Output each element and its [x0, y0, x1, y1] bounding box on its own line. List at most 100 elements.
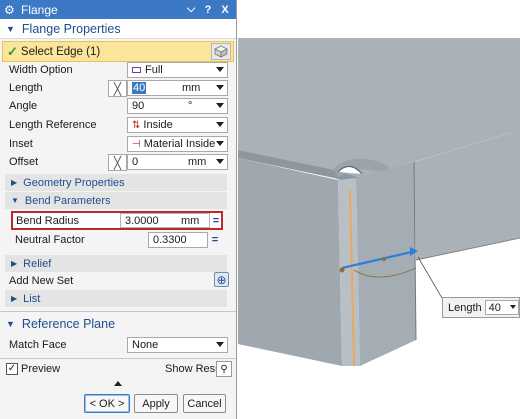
cancel-button[interactable]: Cancel: [183, 394, 226, 413]
inset-row: Inset ⊣ Material Inside: [0, 136, 236, 153]
width-option-select[interactable]: Full: [127, 62, 228, 78]
list-group[interactable]: ▶ List: [5, 290, 227, 307]
chevron-down-icon: ▼: [6, 319, 15, 329]
inset-value: Material Inside: [143, 138, 216, 150]
bend-parameters-label: Bend Parameters: [24, 194, 111, 207]
inset-label: Inset: [9, 138, 33, 150]
equals-icon[interactable]: =: [208, 233, 222, 247]
bend-parameters-group[interactable]: ▼ Bend Parameters: [5, 192, 227, 209]
angle-label: Angle: [9, 100, 38, 112]
model-side-wall: [238, 158, 342, 366]
formula-x-icon[interactable]: ╳: [108, 154, 127, 171]
preview-label: Preview: [21, 363, 61, 375]
dropdown-arrow-icon: [216, 103, 224, 108]
section-divider: [0, 311, 236, 312]
length-reference-row: Length Reference ⇅ Inside: [0, 117, 236, 134]
match-face-select[interactable]: None: [127, 337, 228, 353]
relief-label: Relief: [23, 257, 52, 270]
handle-point: [339, 267, 345, 273]
bend-radius-label: Bend Radius: [16, 215, 79, 227]
length-label: Length: [9, 82, 43, 94]
length-onscreen-input: Length 40: [442, 297, 520, 318]
add-new-set-row: Add New Set: [0, 273, 236, 290]
select-edge-label: Select Edge (1): [20, 45, 101, 58]
close-button[interactable]: X: [218, 4, 232, 16]
offset-row: Offset ╳ 0 mm: [0, 154, 236, 171]
graphics-viewport[interactable]: [238, 0, 520, 419]
length-reference-value: Inside: [143, 119, 173, 131]
angle-value: 90: [132, 100, 145, 112]
offset-value: 0: [132, 156, 139, 168]
select-edge-row[interactable]: ✓ Select Edge (1): [2, 41, 234, 62]
inset-select[interactable]: ⊣ Material Inside: [127, 136, 228, 152]
list-label: List: [23, 292, 41, 305]
chevron-down-icon: ▼: [6, 23, 15, 34]
handle-point: [382, 257, 386, 261]
formula-x-icon[interactable]: ╳: [108, 80, 127, 97]
neutral-factor-input[interactable]: 0.3300: [148, 232, 208, 248]
length-reference-label: Length Reference: [9, 119, 97, 131]
offset-input[interactable]: 0 mm: [127, 154, 228, 170]
apply-button[interactable]: Apply: [134, 394, 178, 413]
dropdown-arrow-icon: [216, 67, 224, 72]
bend-radius-value: 3.0000: [125, 214, 159, 227]
chevron-right-icon: ▶: [11, 294, 18, 303]
width-option-row: Width Option Full: [0, 62, 236, 79]
material-inside-icon: ⊣: [132, 138, 141, 150]
plus-icon: ⊕: [216, 272, 227, 287]
chevron-right-icon: ▶: [11, 259, 18, 268]
length-unit: mm: [182, 82, 201, 94]
expand-arrow-icon[interactable]: [114, 381, 122, 386]
equals-icon[interactable]: =: [209, 214, 223, 228]
bend-radius-row: Bend Radius 3.0000 mm =: [11, 211, 223, 230]
length-popup-label: Length: [448, 301, 482, 314]
select-edge-cube-button[interactable]: [211, 43, 231, 60]
chevron-right-icon: ▶: [11, 178, 18, 187]
reference-plane-header[interactable]: ▼ Reference Plane: [0, 314, 236, 334]
match-face-value: None: [132, 339, 159, 351]
angle-input[interactable]: 90 °: [127, 98, 228, 114]
geometry-properties-label: Geometry Properties: [23, 176, 125, 189]
show-result-button[interactable]: ⚲: [216, 361, 232, 377]
preview-row: ✓ Preview Show Result ⚲: [0, 361, 236, 379]
angle-row: Angle 90 °: [0, 98, 236, 115]
neutral-factor-row: Neutral Factor 0.3300 =: [0, 232, 236, 249]
model-flange-face: [356, 162, 416, 366]
bend-radius-unit: mm: [181, 215, 200, 227]
width-option-value: Full: [145, 64, 163, 76]
title-bar: ⚙ Flange ⌵ ? X: [0, 0, 236, 19]
inside-reference-icon: ⇅: [132, 119, 141, 131]
sheet-metal-model: [238, 38, 520, 367]
length-value: 40: [132, 82, 147, 94]
preview-checkbox[interactable]: ✓: [6, 363, 18, 375]
match-face-row: Match Face None: [0, 337, 236, 354]
section-divider: [0, 358, 236, 359]
collapse-icon[interactable]: ⌵: [184, 3, 198, 16]
gear-icon: ⚙: [4, 2, 15, 17]
bend-radius-input[interactable]: 3.0000 mm: [120, 213, 210, 228]
length-row: Length ╳ 40 mm: [0, 80, 236, 97]
dropdown-arrow-icon: [216, 122, 224, 127]
offset-label: Offset: [9, 156, 39, 168]
help-button[interactable]: ?: [201, 4, 215, 16]
ok-button[interactable]: < OK >: [84, 394, 130, 413]
dropdown-arrow-icon: [216, 159, 224, 164]
popup-leader-line: [417, 256, 443, 299]
flange-properties-header[interactable]: ▼ Flange Properties: [0, 19, 236, 39]
add-new-set-label: Add New Set: [9, 275, 74, 287]
dropdown-arrow-icon: [216, 342, 224, 347]
length-input[interactable]: 40 mm: [127, 80, 228, 96]
geometry-properties-group[interactable]: ▶ Geometry Properties: [5, 174, 227, 191]
relief-group[interactable]: ▶ Relief: [5, 255, 227, 272]
checkmark-icon: ✓: [7, 43, 18, 59]
length-reference-select[interactable]: ⇅ Inside: [127, 117, 228, 133]
neutral-factor-label: Neutral Factor: [15, 234, 85, 246]
flange-dialog: ⚙ Flange ⌵ ? X ▼ Flange Properties ✓ Sel…: [0, 0, 237, 419]
dropdown-arrow-icon: [216, 141, 224, 146]
dropdown-arrow-icon: [510, 305, 516, 309]
add-set-button[interactable]: ⊕: [214, 272, 229, 287]
length-popup-input[interactable]: 40: [484, 300, 519, 315]
width-option-label: Width Option: [9, 64, 73, 76]
magnifier-icon: ⚲: [220, 363, 228, 375]
offset-unit: mm: [188, 156, 207, 168]
